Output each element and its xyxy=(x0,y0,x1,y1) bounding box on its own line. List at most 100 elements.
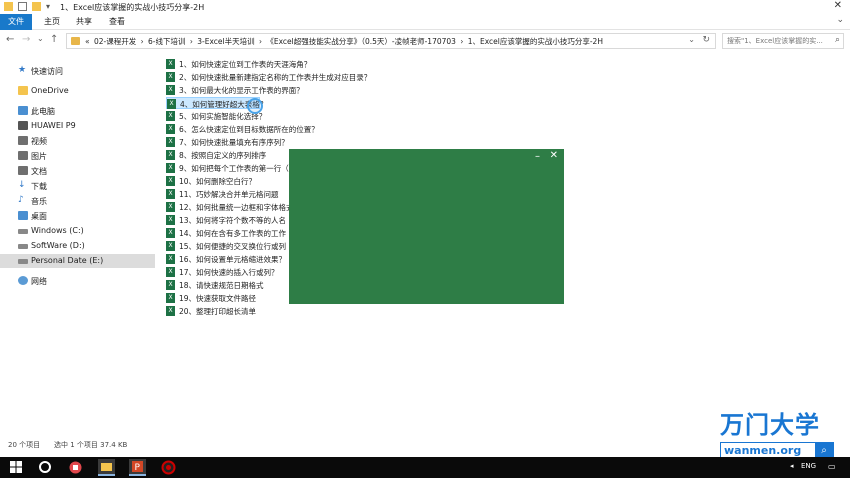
file-name: 19、快速获取文件路径 xyxy=(179,294,257,303)
breadcrumb[interactable]: « 02-课程开发 › 6-线下培训 › 3-Excel半天培训 › 《Exce… xyxy=(85,36,603,47)
nav-item-drive-d[interactable]: SoftWare (D:) xyxy=(0,239,155,253)
excel-file-icon: X xyxy=(166,163,175,173)
file-item[interactable]: X 20、整理打印超长清单 xyxy=(166,305,466,317)
nav-item-label: SoftWare (D:) xyxy=(31,241,85,250)
new-folder-icon[interactable] xyxy=(32,2,41,11)
nav-item-label: OneDrive xyxy=(31,86,69,95)
nav-item-label: 图片 xyxy=(31,152,47,161)
title-bar: ▾ 1、Excel应该掌握的实战小技巧分享-2H ✕ xyxy=(0,0,850,14)
nav-item-downloads[interactable]: ↓ 下载 xyxy=(0,179,155,193)
file-item[interactable]: X 4、如何管理好超大表格？ xyxy=(166,97,267,109)
excel-file-icon: X xyxy=(166,176,175,186)
file-name: 7、如何快速批量填充有序序列？ xyxy=(179,138,289,147)
navigation-pane: ★ 快速访问 OneDrive 此电脑 HUAWEI P9 视频 图片 文档 ↓ xyxy=(0,58,155,438)
window-title: 1、Excel应该掌握的实战小技巧分享-2H xyxy=(60,3,205,12)
nav-item-onedrive[interactable]: OneDrive xyxy=(0,84,155,98)
forward-button[interactable]: → xyxy=(22,34,30,45)
mouse-cursor-highlight xyxy=(247,98,263,114)
excel-file-icon: X xyxy=(166,137,175,147)
desktop-icon xyxy=(18,211,28,220)
excel-file-icon: X xyxy=(166,280,175,290)
pin-icon: ★ xyxy=(18,65,27,75)
nav-item-label: 此电脑 xyxy=(31,107,55,116)
recent-locations-button[interactable]: ⌄ xyxy=(37,34,44,43)
excel-file-icon: X xyxy=(166,202,175,212)
file-item[interactable]: X 5、如何实施智能化选择？ xyxy=(166,110,466,122)
close-window-button[interactable]: ✕ xyxy=(834,0,842,11)
address-dropdown-icon[interactable]: ⌄ xyxy=(688,35,695,44)
search-icon[interactable]: ⌕ xyxy=(835,35,840,45)
search-taskbar-icon[interactable] xyxy=(37,459,54,476)
excel-file-icon: X xyxy=(166,150,175,160)
file-name: 10、如何删除空白行？ xyxy=(179,177,257,186)
start-button[interactable] xyxy=(8,459,25,476)
excel-file-icon: X xyxy=(166,306,175,316)
nav-item-videos[interactable]: 视频 xyxy=(0,134,155,148)
record-app-icon[interactable] xyxy=(160,459,177,476)
language-indicator[interactable]: ENG xyxy=(801,462,816,470)
powerpoint-taskbar-icon[interactable]: P xyxy=(129,459,146,476)
file-name: 8、按照自定义的序列排序 xyxy=(179,151,267,160)
overlay-window: – ✕ xyxy=(289,149,564,304)
file-item[interactable]: X 3、如何最大化的显示工作表的界面？ xyxy=(166,84,466,96)
tab-home[interactable]: 主页 xyxy=(36,14,68,30)
selection-info: 选中 1 个项目 37.4 KB xyxy=(54,441,128,449)
nav-item-label: 下载 xyxy=(31,182,47,191)
file-item[interactable]: X 6、怎么快速定位到目标数据所在的位置？ xyxy=(166,123,466,135)
file-name: 12、如何批量统一边框和字体格式 xyxy=(179,203,294,212)
pc-icon xyxy=(18,106,28,115)
nav-item-label: 音乐 xyxy=(31,197,47,206)
expand-ribbon-icon[interactable]: ⌄ xyxy=(836,15,844,25)
nav-item-network[interactable]: 网络 xyxy=(0,274,155,288)
nav-item-pictures[interactable]: 图片 xyxy=(0,149,155,163)
media-app-icon[interactable] xyxy=(67,459,84,476)
nav-item-this-pc[interactable]: 此电脑 xyxy=(0,104,155,118)
brand-url: wanmen.org xyxy=(724,444,802,457)
notification-icon[interactable]: ▭ xyxy=(828,462,836,471)
nav-item-desktop[interactable]: 桌面 xyxy=(0,209,155,223)
nav-item-drive-e[interactable]: Personal Date (E:) xyxy=(0,254,155,268)
search-placeholder: 搜索"1、Excel应该掌握的实... xyxy=(727,37,823,45)
nav-item-drive-c[interactable]: Windows (C:) xyxy=(0,224,155,238)
file-name: 13、如何将字符个数不等的人名 xyxy=(179,216,287,225)
excel-file-icon: X xyxy=(166,72,175,82)
nav-item-label: 文档 xyxy=(31,167,47,176)
minimize-button[interactable]: – xyxy=(535,151,540,162)
search-box[interactable]: 搜索"1、Excel应该掌握的实... ⌕ xyxy=(722,33,844,49)
refresh-icon[interactable]: ↻ xyxy=(702,35,710,45)
nav-item-music[interactable]: ♪ 音乐 xyxy=(0,194,155,208)
file-name: 9、如何把每个工作表的第一行（ xyxy=(179,164,289,173)
file-item[interactable]: X 7、如何快速批量填充有序序列？ xyxy=(166,136,466,148)
document-icon xyxy=(18,166,28,175)
file-name: 2、如何快速批量新建指定名称的工作表并生成对应目录？ xyxy=(179,73,372,82)
excel-file-icon: X xyxy=(166,215,175,225)
excel-file-icon: X xyxy=(167,99,176,109)
address-bar[interactable]: « 02-课程开发 › 6-线下培训 › 3-Excel半天培训 › 《Exce… xyxy=(66,33,716,49)
nav-item-quick-access[interactable]: ★ 快速访问 xyxy=(0,64,155,78)
quick-access-dropdown-icon[interactable]: ▾ xyxy=(46,2,55,11)
tab-share[interactable]: 共享 xyxy=(68,14,100,30)
excel-file-icon: X xyxy=(166,267,175,277)
excel-file-icon: X xyxy=(166,111,175,121)
taskbar: P ◂ ENG ▭ xyxy=(0,457,850,478)
file-name: 6、怎么快速定位到目标数据所在的位置？ xyxy=(179,125,319,134)
tab-file[interactable]: 文件 xyxy=(0,14,32,30)
back-button[interactable]: ← xyxy=(6,34,14,45)
up-button[interactable]: ↑ xyxy=(50,34,58,45)
svg-text:P: P xyxy=(135,463,141,473)
volume-icon[interactable]: ◂ xyxy=(790,462,794,470)
nav-item-documents[interactable]: 文档 xyxy=(0,164,155,178)
excel-file-icon: X xyxy=(166,254,175,264)
drive-icon xyxy=(18,259,28,264)
file-name: 20、整理打印超长清单 xyxy=(179,307,257,316)
file-item[interactable]: X 2、如何快速批量新建指定名称的工作表并生成对应目录？ xyxy=(166,71,466,83)
navigation-row: ← → ⌄ ↑ « 02-课程开发 › 6-线下培训 › 3-Excel半天培训… xyxy=(0,30,850,52)
file-explorer-taskbar-icon[interactable] xyxy=(98,459,115,476)
ribbon-tabs: 文件 主页 共享 查看 ⌄ xyxy=(0,14,850,30)
tab-view[interactable]: 查看 xyxy=(101,14,133,30)
file-item[interactable]: X 1、如何快速定位到工作表的天涯海角？ xyxy=(166,58,466,70)
close-button[interactable]: ✕ xyxy=(550,150,558,161)
nav-item-huawei-p9[interactable]: HUAWEI P9 xyxy=(0,119,155,133)
music-icon: ♪ xyxy=(18,195,24,205)
properties-icon[interactable] xyxy=(18,2,27,11)
